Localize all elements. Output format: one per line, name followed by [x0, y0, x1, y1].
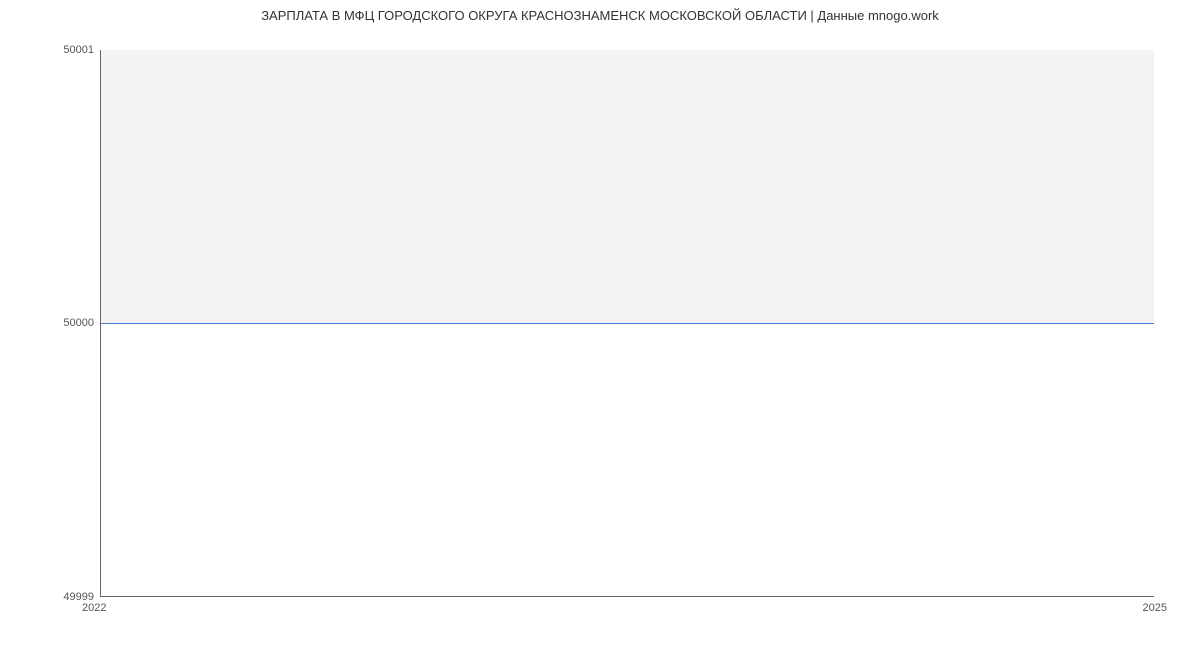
area-fill: [101, 50, 1154, 323]
y-tick-mid: 50000: [44, 317, 94, 329]
plot-area: [100, 50, 1154, 597]
chart-title: ЗАРПЛАТА В МФЦ ГОРОДСКОГО ОКРУГА КРАСНОЗ…: [0, 8, 1200, 23]
x-tick-start: 2022: [82, 602, 106, 614]
data-line: [101, 323, 1154, 324]
x-tick-end: 2025: [1143, 602, 1167, 614]
y-tick-max: 50001: [44, 44, 94, 56]
